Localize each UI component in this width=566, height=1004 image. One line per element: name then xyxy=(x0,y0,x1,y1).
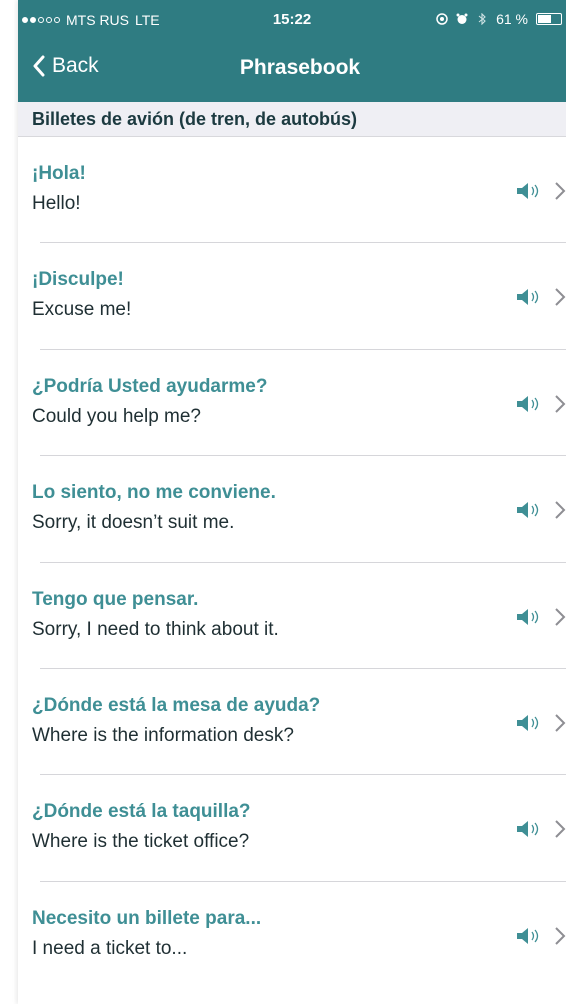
alarm-icon xyxy=(456,13,468,24)
speaker-icon[interactable] xyxy=(516,182,546,200)
chevron-right-icon xyxy=(555,607,566,626)
chevron-right-icon xyxy=(555,714,566,732)
status-bar: MTS RUS LTE 15:22 61 % xyxy=(18,0,566,40)
phrase-spanish: Necesito un billete para... xyxy=(32,907,262,929)
phrase-list: ¡Hola! Hello! ¡Disculpe! Excuse me! ¿Podría … xyxy=(18,137,566,988)
page-title: Phrasebook xyxy=(239,56,361,79)
speaker-icon[interactable] xyxy=(516,608,546,626)
chevron-right-icon xyxy=(555,501,566,519)
phrase-spanish: ¡Disculpe! xyxy=(32,269,124,291)
battery-level xyxy=(538,15,551,23)
chevron-right-icon xyxy=(555,182,566,200)
phrase-english: Excuse me! xyxy=(32,299,132,321)
back-label: Back xyxy=(52,54,99,77)
chevron-right-icon xyxy=(555,820,566,839)
app-header: MTS RUS LTE 15:22 61 % Back Phrasebook xyxy=(18,0,566,102)
phrase-row[interactable]: Lo siento, no me conviene. Sorry, it does… xyxy=(18,456,566,563)
back-button[interactable]: Back xyxy=(32,54,99,78)
speaker-icon[interactable] xyxy=(516,288,546,306)
speaker-icon[interactable] xyxy=(516,927,546,945)
section-header: Billetes de avión (de tren, de autobús) xyxy=(18,102,566,137)
phrase-row[interactable]: ¿Dónde está la mesa de ayuda? Where is th… xyxy=(18,669,566,776)
status-right: 61 % xyxy=(436,11,562,27)
phrase-row[interactable]: ¡Hola! Hello! xyxy=(18,137,566,244)
phrase-english: Where is the information desk? xyxy=(32,724,294,746)
phrase-english: Sorry, I need to think about it. xyxy=(32,618,279,640)
speaker-icon[interactable] xyxy=(516,501,546,519)
chevron-left-icon xyxy=(33,55,45,77)
phrase-row[interactable]: Necesito un billete para... I need a tick… xyxy=(18,882,566,988)
phrase-row[interactable]: Tengo que pensar. Sorry, I need to think … xyxy=(18,563,566,669)
phrase-spanish: ¿Podría Usted ayudarme? xyxy=(32,375,268,397)
chevron-right-icon xyxy=(555,288,566,307)
phrase-spanish: ¿Dónde está la taquilla? xyxy=(32,801,251,823)
chevron-right-icon xyxy=(555,927,566,945)
phrase-spanish: Tengo que pensar. xyxy=(32,588,199,610)
phrase-english: Could you help me? xyxy=(32,405,201,427)
speaker-icon[interactable] xyxy=(516,820,546,838)
speaker-icon[interactable] xyxy=(516,395,546,413)
chevron-right-icon xyxy=(555,395,566,413)
navigation-bar: Back Phrasebook xyxy=(18,40,566,102)
phrase-spanish: Lo siento, no me conviene. xyxy=(32,482,276,504)
phrase-row[interactable]: ¿Podría Usted ayudarme? Could you help me… xyxy=(18,350,566,457)
battery-percent: 61 % xyxy=(496,11,528,27)
speaker-icon[interactable] xyxy=(516,714,546,732)
phrase-english: Where is the ticket office? xyxy=(32,831,250,853)
phrase-english: I need a ticket to... xyxy=(32,937,188,959)
phrase-spanish: ¿Dónde está la mesa de ayuda? xyxy=(32,694,321,716)
rotation-lock-icon xyxy=(436,13,448,25)
phrase-english: Sorry, it doesn’t suit me. xyxy=(32,512,235,534)
bluetooth-icon xyxy=(478,13,486,25)
phrase-row[interactable]: ¿Dónde está la taquilla? Where is the tic… xyxy=(18,775,566,882)
battery-icon xyxy=(536,13,562,25)
phone-screen: MTS RUS LTE 15:22 61 % Back Phrasebook B… xyxy=(18,0,566,1004)
phrase-spanish: ¡Hola! xyxy=(32,163,86,184)
phrase-english: Hello! xyxy=(32,193,81,214)
phrase-row[interactable]: ¡Disculpe! Excuse me! xyxy=(18,243,566,350)
